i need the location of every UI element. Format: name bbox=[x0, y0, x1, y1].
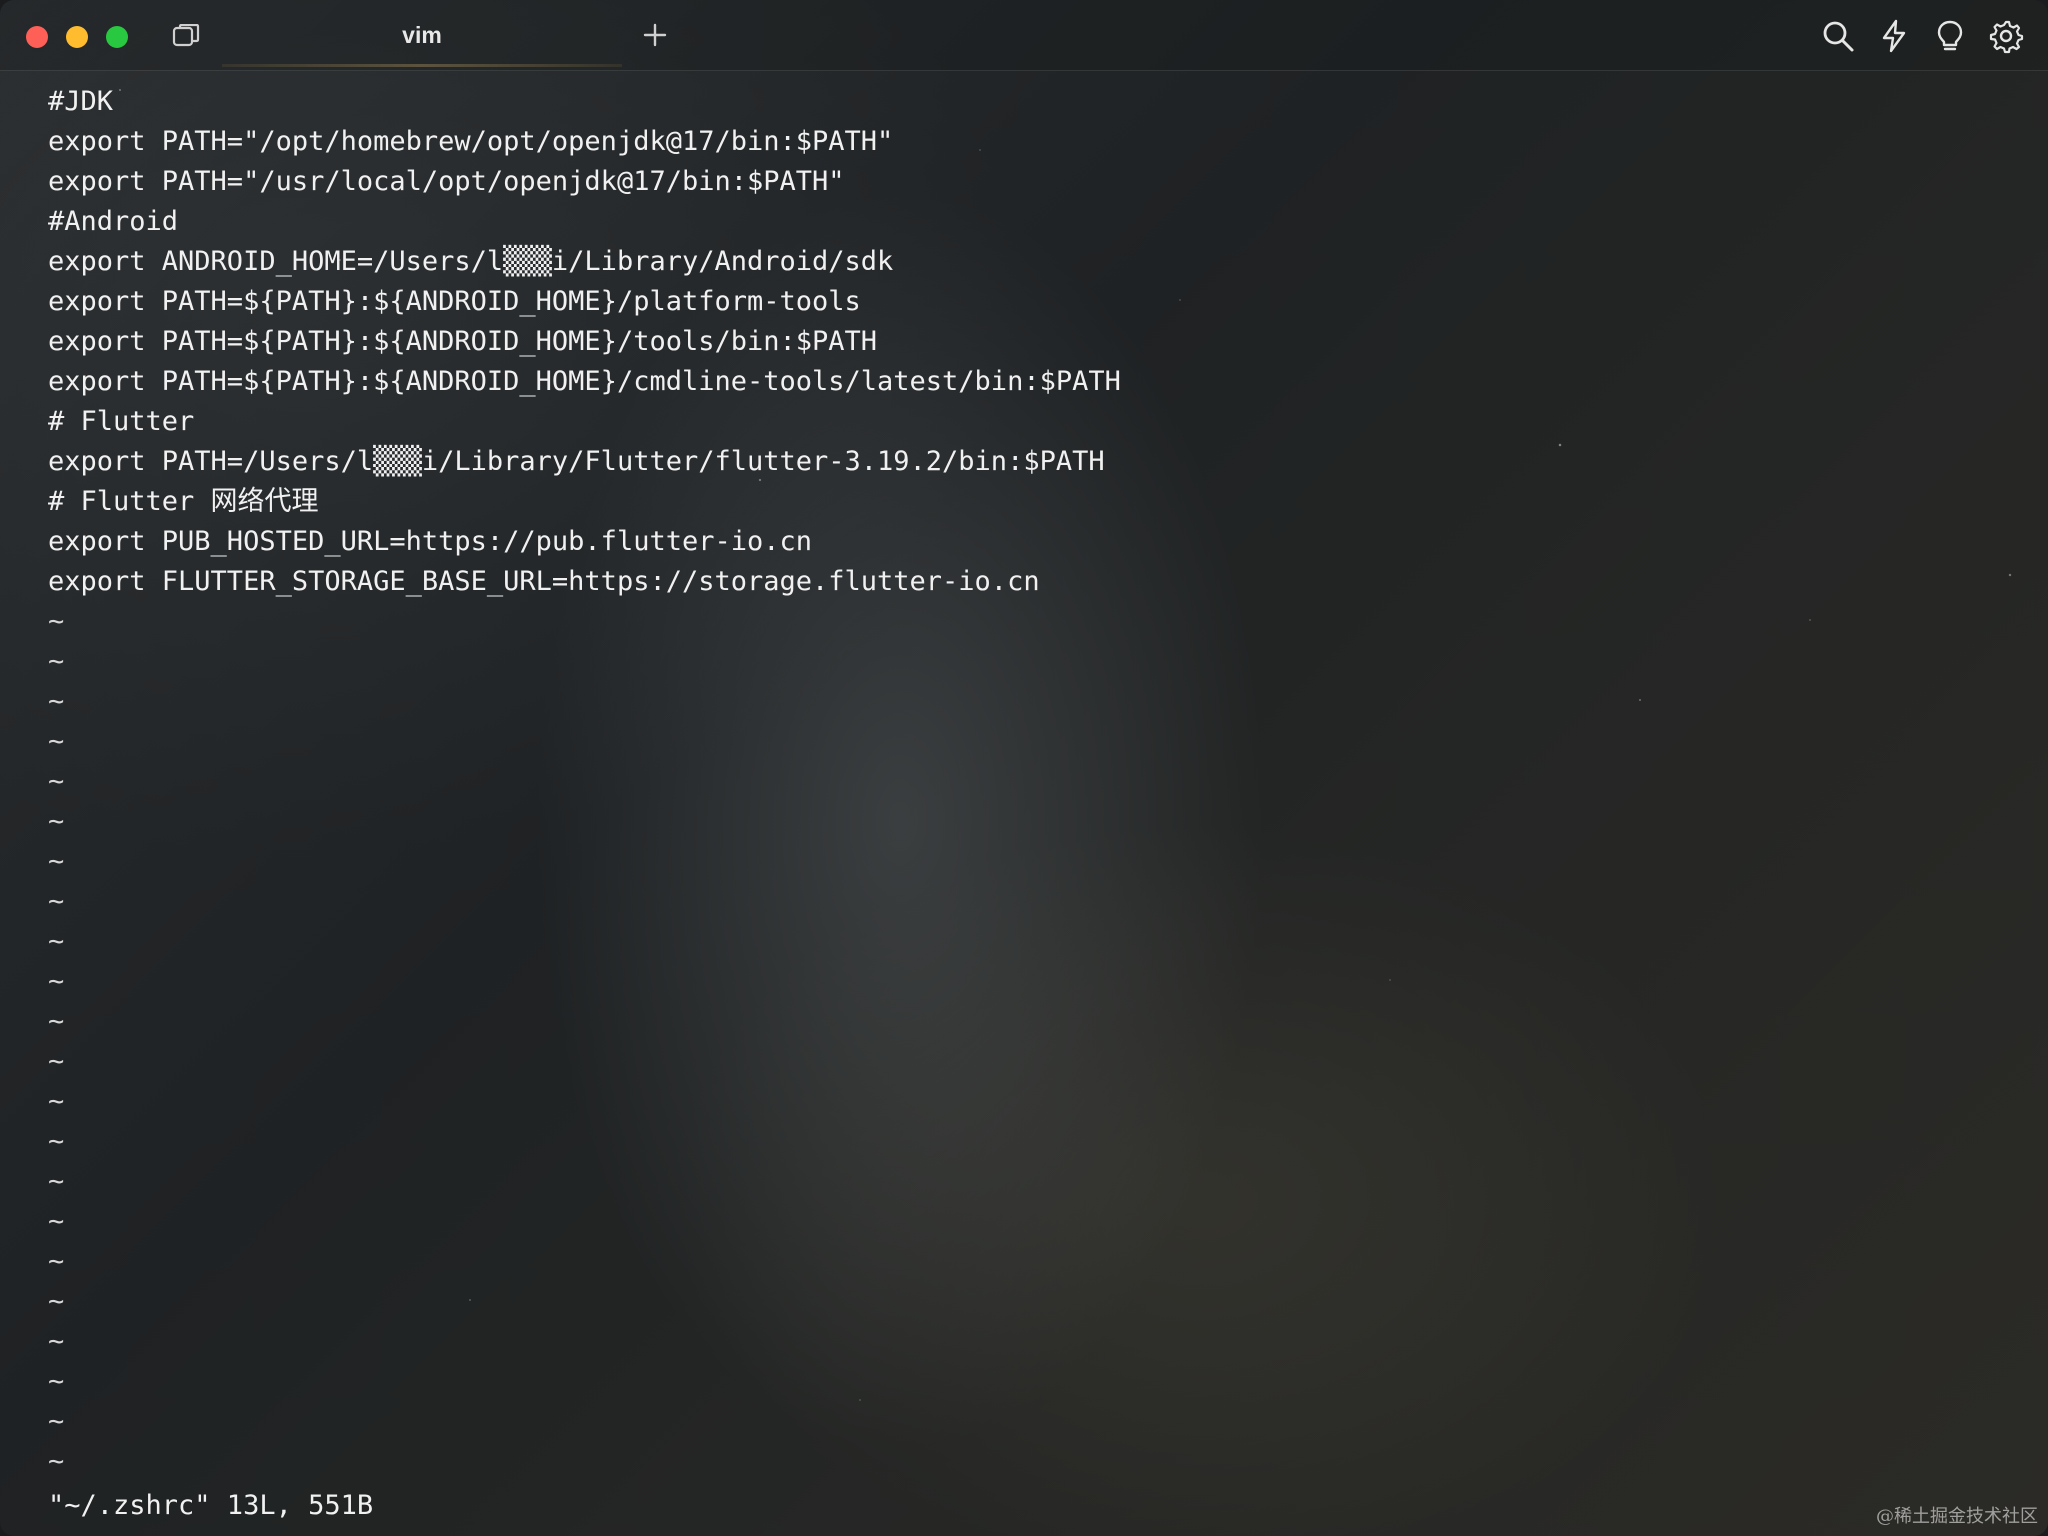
code-line: export PATH=${PATH}:${ANDROID_HOME}/plat… bbox=[48, 286, 861, 317]
empty-line-tilde: ~ bbox=[48, 1366, 65, 1397]
code-line: #Android bbox=[48, 206, 179, 237]
code-line: export FLUTTER_STORAGE_BASE_URL=https://… bbox=[48, 566, 1040, 597]
empty-line-tilde: ~ bbox=[48, 1086, 65, 1117]
empty-line-tilde: ~ bbox=[48, 966, 65, 997]
active-tab-indicator bbox=[222, 64, 622, 67]
watermark: @稀土掘金技术社区 bbox=[1876, 1506, 2038, 1527]
empty-line-tilde: ~ bbox=[48, 1246, 65, 1277]
code-line: export PUB_HOSTED_URL=https://pub.flutte… bbox=[48, 526, 813, 557]
empty-line-tilde: ~ bbox=[48, 726, 65, 757]
empty-line-tilde: ~ bbox=[48, 1326, 65, 1357]
lightbulb-icon[interactable] bbox=[1932, 18, 1968, 54]
code-line: export PATH="/usr/local/opt/openjdk@17/b… bbox=[48, 166, 845, 197]
code-line: # Flutter 网络代理 bbox=[48, 486, 319, 517]
empty-line-tilde: ~ bbox=[48, 886, 65, 917]
vim-editor[interactable]: #JDK export PATH="/opt/homebrew/opt/open… bbox=[0, 72, 2048, 1536]
terminal-window: vim #JDK export PATH="/opt/homebrew/opt/… bbox=[0, 0, 2048, 1536]
title-bar: vim bbox=[0, 0, 2048, 71]
tab-vim[interactable]: vim bbox=[222, 0, 622, 70]
empty-line-tilde: ~ bbox=[48, 766, 65, 797]
empty-line-tilde: ~ bbox=[48, 806, 65, 837]
code-line: # Flutter bbox=[48, 406, 195, 437]
plus-icon[interactable] bbox=[640, 20, 670, 50]
zoom-button[interactable] bbox=[106, 26, 128, 48]
empty-line-tilde: ~ bbox=[48, 606, 65, 637]
tab-title: vim bbox=[402, 21, 442, 48]
code-line: export PATH=/Users/l▒▒▒i/Library/Flutter… bbox=[48, 446, 1105, 477]
empty-line-tilde: ~ bbox=[48, 646, 65, 677]
empty-line-tilde: ~ bbox=[48, 846, 65, 877]
empty-line-tilde: ~ bbox=[48, 1446, 65, 1477]
lightning-icon[interactable] bbox=[1876, 18, 1912, 54]
empty-line-tilde: ~ bbox=[48, 686, 65, 717]
empty-line-tilde: ~ bbox=[48, 1046, 65, 1077]
close-button[interactable] bbox=[26, 26, 48, 48]
empty-line-tilde: ~ bbox=[48, 1406, 65, 1437]
code-line: export PATH=${PATH}:${ANDROID_HOME}/tool… bbox=[48, 326, 878, 357]
code-line: export ANDROID_HOME=/Users/l▒▒▒i/Library… bbox=[48, 246, 894, 277]
gear-icon[interactable] bbox=[1988, 18, 2024, 54]
empty-line-tilde: ~ bbox=[48, 1126, 65, 1157]
empty-line-tilde: ~ bbox=[48, 1286, 65, 1317]
vim-status-line: "~/.zshrc" 13L, 551B bbox=[48, 1490, 374, 1521]
empty-line-tilde: ~ bbox=[48, 1206, 65, 1237]
code-line: export PATH="/opt/homebrew/opt/openjdk@1… bbox=[48, 126, 894, 157]
empty-line-tilde: ~ bbox=[48, 1006, 65, 1037]
search-icon[interactable] bbox=[1820, 18, 1856, 54]
minimize-button[interactable] bbox=[66, 26, 88, 48]
empty-line-tilde: ~ bbox=[48, 1166, 65, 1197]
code-line: #JDK bbox=[48, 86, 114, 117]
tabs-overview-icon[interactable] bbox=[172, 24, 200, 48]
code-line: export PATH=${PATH}:${ANDROID_HOME}/cmdl… bbox=[48, 366, 1121, 397]
empty-line-tilde: ~ bbox=[48, 926, 65, 957]
